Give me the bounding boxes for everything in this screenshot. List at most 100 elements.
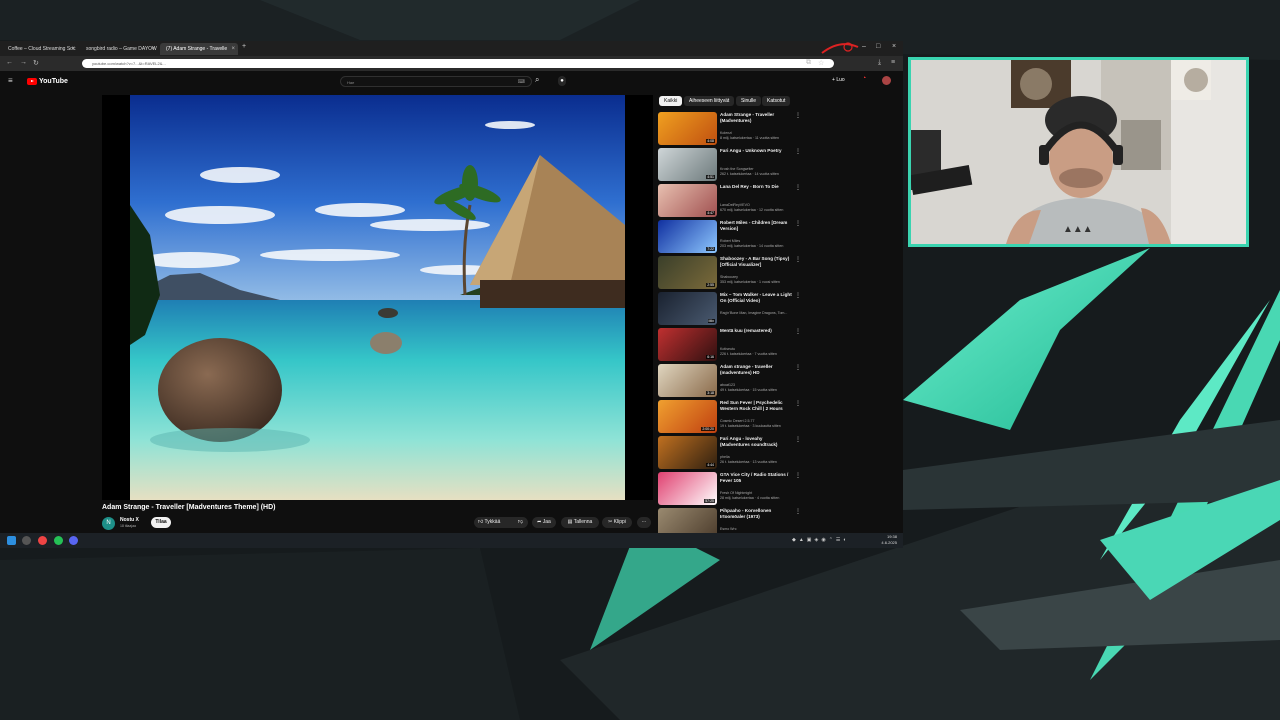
more-options-icon[interactable]: ⋮ [795,436,801,443]
browser-icon[interactable] [38,536,47,545]
extensions-icon[interactable]: ⧉ [806,59,811,67]
close-icon[interactable]: × [151,43,155,55]
recommendation-thumbnail[interactable]: 2:55 [658,256,717,289]
hamburger-icon[interactable]: ≡ [8,76,13,85]
notifications-icon[interactable]: ◔ [862,75,866,82]
recommendation-title[interactable]: Fari Angu - Unknown Poetry [720,148,792,154]
more-options-icon[interactable]: ⋮ [795,472,801,479]
tab-coffee[interactable]: Coffee – Cloud Streaming Soc × [2,43,78,55]
more-options-icon[interactable]: ⋮ [795,400,801,407]
more-options-icon[interactable]: ⋮ [795,112,801,119]
recommendation-thumbnail[interactable]: 4:47 [658,184,717,217]
more-actions-button[interactable]: ··· [637,517,651,528]
discord-icon[interactable] [69,536,78,545]
clock[interactable]: 19:38 4.6.2025 [881,534,897,546]
subscribe-button[interactable]: Tilaa [151,517,171,528]
recommendation-item[interactable]: 3:18 Adam strange - traveller (madventure… [658,364,801,397]
dislike-button[interactable]: 👎︎ [518,517,523,528]
minimize-button[interactable]: – [862,43,866,50]
recommendation-item[interactable]: 4:47 Lana Del Rey - Born To Die LanaDelRey… [658,184,801,217]
recommendation-item[interactable]: 57:25 GTA Vice City / Radio Stations / Fe… [658,472,801,505]
recommendation-title[interactable]: Mix – Tom Walker - Leave a Light On (Off… [720,292,792,304]
recommendation-thumbnail[interactable]: 4:08 [658,112,717,145]
tab-youtube[interactable]: (7) Adam Strange - Travelle × [160,43,238,55]
recommendation-thumbnail[interactable]: Mix [658,292,717,325]
recommendation-thumbnail[interactable]: 7:22 [658,220,717,253]
recommendation-channel: Shaboozey [720,275,738,279]
save-button[interactable]: ▤ Tallenna [561,517,599,528]
video-frame[interactable] [130,95,625,500]
url-field[interactable]: youtube.com/watch?v=7...&t=RAVEL2&... [82,59,834,68]
recommendation-title[interactable]: Adam strange - traveller (madventures) H… [720,364,792,376]
avatar[interactable] [882,76,891,85]
recommendation-item[interactable]: Mix Mix – Tom Walker - Leave a Light On (… [658,292,801,325]
new-tab-button[interactable]: + [242,43,246,50]
create-button[interactable]: + Luo [832,77,845,83]
reload-icon[interactable]: ↻ [33,59,39,67]
close-icon[interactable]: × [231,43,235,55]
more-options-icon[interactable]: ⋮ [795,256,801,263]
forward-icon[interactable]: → [20,59,27,66]
share-button[interactable]: ➦ Jaa [532,517,556,528]
recommendation-title[interactable]: Lana Del Rey - Born To Die [720,184,792,190]
recommendation-meta: 353 milj. katselukertaa · 1 vuosi sitten [720,280,780,284]
more-options-icon[interactable]: ⋮ [795,220,801,227]
recommendation-channel: phelia [720,455,730,459]
youtube-logo[interactable]: YouTube [27,77,68,87]
recommendation-item[interactable]: 7:22 Robert Miles - Children [Dream Versi… [658,220,801,253]
recommendation-title[interactable]: Fari Angu - loveahy (Madventures soundtr… [720,436,792,448]
search-input[interactable]: Hae ⌨ [340,76,532,87]
more-options-icon[interactable]: ⋮ [795,508,801,515]
chip-for-you[interactable]: Sinulle [736,96,762,106]
keyboard-icon[interactable]: ⌨ [518,77,525,88]
clip-button[interactable]: ✂ Klippi [602,517,632,528]
like-label: Tykkää [484,519,501,525]
recommendation-title[interactable]: GTA Vice City / Radio Stations / Fever 1… [720,472,792,484]
more-options-icon[interactable]: ⋮ [795,328,801,335]
search-placeholder: Hae [347,80,355,85]
tab-songbird[interactable]: songbird radio – Game DAYOW × [80,43,158,55]
bookmark-icon[interactable]: ☆ [818,59,824,67]
maximize-button[interactable]: □ [876,43,880,50]
chip-watched[interactable]: Katsotut [762,96,791,106]
recommendation-item[interactable]: 4:08 Adam Strange - Traveller (Madventure… [658,112,801,145]
recommendation-title[interactable]: Robert Miles - Children [Dream Version] [720,220,792,232]
recommendation-title[interactable]: Shaboozey - A Bar Song (Tipsy) [Official… [720,256,792,268]
recommendation-title[interactable]: Red Sun Fever | Psychedelic Western Rock… [720,400,792,412]
recommendation-item[interactable]: 2:55 Shaboozey - A Bar Song (Tipsy) [Offi… [658,256,801,289]
downloads-icon[interactable]: ⤓ [878,59,881,67]
recommendation-title[interactable]: Pihpaaho - Korvellonen Irtoomöaler (1973… [720,508,792,520]
close-window-button[interactable]: × [892,43,896,50]
channel-avatar[interactable]: N [102,517,115,530]
recommendation-thumbnail[interactable]: 6:16 [658,328,717,361]
recommendation-title[interactable]: Mentä kuu (remastered) [720,328,792,334]
recommendation-thumbnail[interactable]: 57:25 [658,472,717,505]
close-icon[interactable]: × [71,43,75,55]
recommendation-item[interactable]: 2:00:20 Red Sun Fever | Psychedelic Weste… [658,400,801,433]
recommendation-item[interactable]: 6:16 Mentä kuu (remastered) Kotiseutu 226 t… [658,328,801,361]
recommendation-title[interactable]: Adam Strange - Traveller (Madventures) [720,112,792,124]
more-options-icon[interactable]: ⋮ [795,184,801,191]
back-icon[interactable]: ← [6,59,13,66]
more-options-icon[interactable]: ⋮ [795,292,801,299]
recommendation-item[interactable]: 4:51 Fari Angu - Unknown Poetry Krosh the … [658,148,801,181]
recommendation-thumbnail[interactable]: 3:18 [658,364,717,397]
system-tray-icons[interactable]: ◆▲▣◈◉⌃☰◐ [792,537,849,543]
start-icon[interactable] [7,536,16,545]
more-options-icon[interactable]: ⋮ [795,148,801,155]
like-button[interactable]: 👍︎ Tykkää [478,519,500,525]
recommendation-thumbnail[interactable]: 4:44 [658,436,717,469]
duration-badge: 7:22 [706,247,715,251]
recommendation-thumbnail[interactable]: 2:00:20 [658,400,717,433]
channel-name[interactable]: Nostu X [120,517,139,523]
recommendation-thumbnail[interactable]: 4:51 [658,148,717,181]
search-icon[interactable] [22,536,31,545]
microphone-icon[interactable]: ● [558,76,566,86]
chip-related[interactable]: Aiheeseen liittyvät [684,96,735,106]
menu-icon[interactable]: ≡ [891,59,895,66]
whatsapp-icon[interactable] [54,536,63,545]
more-options-icon[interactable]: ⋮ [795,364,801,371]
recommendation-item[interactable]: 4:44 Fari Angu - loveahy (Madventures sou… [658,436,801,469]
search-icon[interactable]: ⌕ [535,75,539,85]
chip-all[interactable]: Kaikki [659,96,683,106]
